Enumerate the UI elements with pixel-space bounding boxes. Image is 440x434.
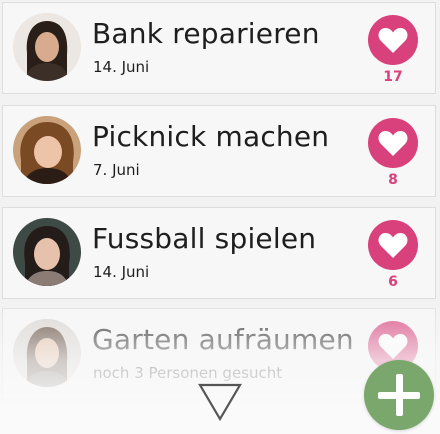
triangle-down-icon [198,383,242,422]
activity-card[interactable]: Fussball spielen 14. Juni 6 [2,207,436,299]
like-count: 17 [383,69,403,85]
avatar [13,116,81,184]
activity-date: 7. Juni [93,161,140,179]
activity-title: Bank reparieren [92,17,320,50]
activity-card[interactable]: Picknick machen 7. Juni 8 [2,105,436,197]
show-more-button[interactable] [196,381,244,423]
heart-icon [378,233,408,258]
activity-card[interactable]: Bank reparieren 14. Juni 17 [2,2,436,94]
avatar [13,319,81,387]
avatar [13,218,81,286]
activity-title: Garten aufräumen [92,323,354,356]
activity-date: 14. Juni [93,58,150,76]
avatar [13,13,81,81]
like-count: 6 [388,274,398,290]
like-button[interactable] [368,15,418,65]
activity-date: 14. Juni [93,263,150,281]
like-button[interactable] [368,220,418,270]
heart-icon [378,28,408,53]
like-button[interactable] [368,118,418,168]
activity-title: Fussball spielen [92,222,317,255]
heart-icon [378,131,408,156]
add-activity-button[interactable] [364,360,434,430]
like-count: 8 [388,172,398,188]
activity-status: noch 3 Personen gesucht [93,364,283,382]
heart-icon [378,334,408,359]
activity-title: Picknick machen [92,120,330,153]
